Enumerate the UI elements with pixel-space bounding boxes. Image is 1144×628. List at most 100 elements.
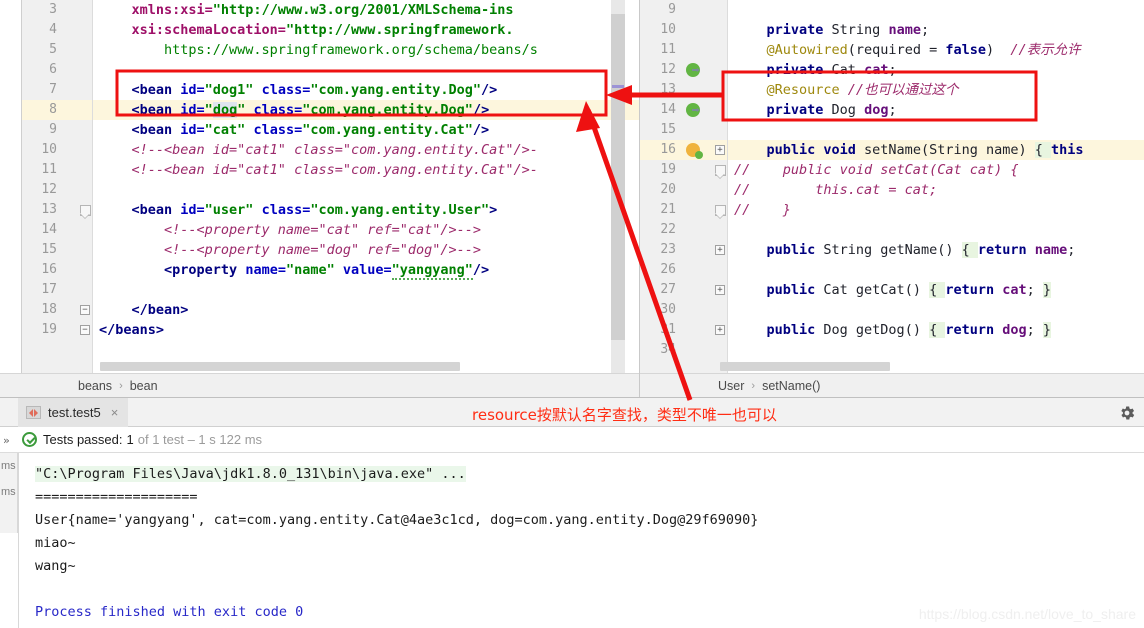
code-line[interactable]: <!--<property name="dog" ref="dog"/>-->	[93, 240, 639, 260]
code-fold-icon[interactable]	[715, 145, 725, 155]
test-tree-ms-strip[interactable]: ms ms	[0, 453, 18, 533]
code-line[interactable]	[728, 220, 1144, 240]
line-number[interactable]: 11	[22, 160, 77, 180]
line-number[interactable]: 12	[640, 60, 712, 80]
line-number[interactable]: 15	[22, 240, 77, 260]
line-number[interactable]: 19	[22, 320, 77, 340]
java-code-surface[interactable]: private String name; @Autowired(required…	[728, 0, 1144, 373]
code-line[interactable]: </bean>	[93, 300, 639, 320]
code-line[interactable]	[728, 340, 1144, 360]
spring-bean-gutter-icon[interactable]	[686, 103, 700, 117]
line-number[interactable]: 6	[22, 60, 77, 80]
line-number[interactable]: 16	[22, 260, 77, 280]
code-fold-icon[interactable]	[715, 205, 727, 217]
line-number[interactable]: 22	[640, 220, 712, 240]
code-line[interactable]: https://www.springframework.org/schema/b…	[93, 40, 639, 60]
breadcrumb-item-beans[interactable]: beans	[78, 379, 112, 393]
line-number[interactable]: 23	[640, 240, 712, 260]
line-number[interactable]: 13	[640, 80, 712, 100]
console-output[interactable]: "C:\Program Files\Java\jdk1.8.0_131\bin\…	[18, 453, 1144, 628]
code-line[interactable]: <bean id="cat" class="com.yang.entity.Ca…	[93, 120, 639, 140]
code-fold-icon[interactable]	[715, 285, 725, 295]
line-number[interactable]: 34	[640, 340, 712, 360]
line-number[interactable]: 14	[640, 100, 712, 120]
xml-code-surface[interactable]: xmlns:xsi="http://www.w3.org/2001/XMLSch…	[93, 0, 639, 373]
xml-line-number-gutter[interactable]: 3 4 5 6 7 8 9 10 11 12 13 14 15 16 17 18 19	[22, 0, 77, 373]
code-fold-icon[interactable]	[715, 325, 725, 335]
run-tab-test-test5[interactable]: test.test5 ×	[18, 398, 129, 427]
xml-fold-strip[interactable]	[77, 0, 93, 373]
line-number[interactable]: 9	[22, 120, 77, 140]
line-number[interactable]: 27	[640, 280, 712, 300]
code-line[interactable]	[93, 280, 639, 300]
code-line[interactable]: <bean id="user" class="com.yang.entity.U…	[93, 200, 639, 220]
java-line-number-gutter[interactable]: 9 10 11 12 13 14 15 16 19 20 21 22 23 26 27 30 31 34	[640, 0, 712, 373]
code-line[interactable]: xsi:schemaLocation="http://www.springfra…	[93, 20, 639, 40]
code-line[interactable]: @Resource //也可以通过这个	[728, 80, 1144, 100]
java-editor-pane[interactable]: 91011121314151619202122232627303134 priv…	[640, 0, 1144, 397]
code-line[interactable]: private Cat cat;	[728, 60, 1144, 80]
line-number[interactable]: 20	[640, 180, 712, 200]
code-line[interactable]: <bean id="dog" class="com.yang.entity.Do…	[93, 100, 639, 120]
line-number[interactable]: 17	[22, 280, 77, 300]
line-number[interactable]: 9	[640, 0, 712, 20]
code-line[interactable]: // public void setCat(Cat cat) {	[728, 160, 1144, 180]
line-number[interactable]: 8	[22, 100, 77, 120]
code-line[interactable]: @Autowired(required = false) //表示允许	[728, 40, 1144, 60]
code-line[interactable]: <!--<bean id="cat1" class="com.yang.enti…	[93, 160, 639, 180]
code-line[interactable]	[728, 300, 1144, 320]
line-number[interactable]: 13	[22, 200, 77, 220]
code-fold-icon[interactable]	[715, 245, 725, 255]
code-line[interactable]	[93, 60, 639, 80]
code-line[interactable]: </beans>	[93, 320, 639, 340]
line-number[interactable]: 19	[640, 160, 712, 180]
line-number[interactable]: 3	[22, 0, 77, 20]
code-fold-icon[interactable]	[80, 325, 90, 335]
code-line[interactable]: public Cat getCat() { return cat; }	[728, 280, 1144, 300]
line-number[interactable]: 10	[640, 20, 712, 40]
code-line[interactable]: // this.cat = cat;	[728, 180, 1144, 200]
breadcrumb-item-bean[interactable]: bean	[130, 379, 158, 393]
java-breadcrumb[interactable]: User › setName()	[640, 373, 1144, 397]
line-number[interactable]: 5	[22, 40, 77, 60]
line-number[interactable]: 30	[640, 300, 712, 320]
code-line[interactable]: <!--<property name="cat" ref="cat"/>-->	[93, 220, 639, 240]
code-line[interactable]	[728, 0, 1144, 20]
code-line[interactable]: <property name="name" value="yangyang"/>	[93, 260, 639, 280]
line-number[interactable]: 10	[22, 140, 77, 160]
line-number[interactable]: 11	[640, 40, 712, 60]
run-test-gutter-icon[interactable]	[686, 143, 703, 159]
code-line[interactable]: <bean id="dog1" class="com.yang.entity.D…	[93, 80, 639, 100]
settings-gear-icon[interactable]	[1118, 404, 1136, 422]
xml-vertical-scrollbar-thumb[interactable]	[611, 14, 625, 340]
line-number[interactable]: 12	[22, 180, 77, 200]
code-line[interactable]: // }	[728, 200, 1144, 220]
xml-editor-pane[interactable]: 345678910111213141516171819 xmlns:xsi="h…	[0, 0, 640, 397]
spring-bean-gutter-icon[interactable]	[686, 63, 700, 77]
line-number[interactable]: 26	[640, 260, 712, 280]
code-line[interactable]: xmlns:xsi="http://www.w3.org/2001/XMLSch…	[93, 0, 639, 20]
code-fold-icon[interactable]	[80, 205, 92, 217]
expand-chevrons-icon[interactable]: »	[3, 434, 10, 447]
xml-breadcrumb[interactable]: beans › bean	[0, 373, 639, 397]
code-line[interactable]: private String name;	[728, 20, 1144, 40]
java-horizontal-scrollbar-thumb[interactable]	[720, 362, 890, 371]
line-number[interactable]: 4	[22, 20, 77, 40]
close-icon[interactable]: ×	[111, 405, 119, 420]
breadcrumb-item-setname[interactable]: setName()	[762, 379, 820, 393]
line-number[interactable]: 31	[640, 320, 712, 340]
xml-horizontal-scrollbar-thumb[interactable]	[100, 362, 460, 371]
breadcrumb-item-user[interactable]: User	[718, 379, 744, 393]
line-number[interactable]: 16	[640, 140, 712, 160]
java-fold-strip[interactable]	[712, 0, 728, 373]
line-number[interactable]: 7	[22, 80, 77, 100]
code-line[interactable]: <!--<bean id="cat1" class="com.yang.enti…	[93, 140, 639, 160]
line-number[interactable]: 21	[640, 200, 712, 220]
line-number[interactable]: 14	[22, 220, 77, 240]
line-number[interactable]: 15	[640, 120, 712, 140]
code-fold-icon[interactable]	[715, 165, 727, 177]
code-line[interactable]: private Dog dog;	[728, 100, 1144, 120]
code-line[interactable]	[93, 180, 639, 200]
code-line[interactable]: public void setName(String name) { this	[728, 140, 1144, 160]
code-fold-icon[interactable]	[80, 305, 90, 315]
